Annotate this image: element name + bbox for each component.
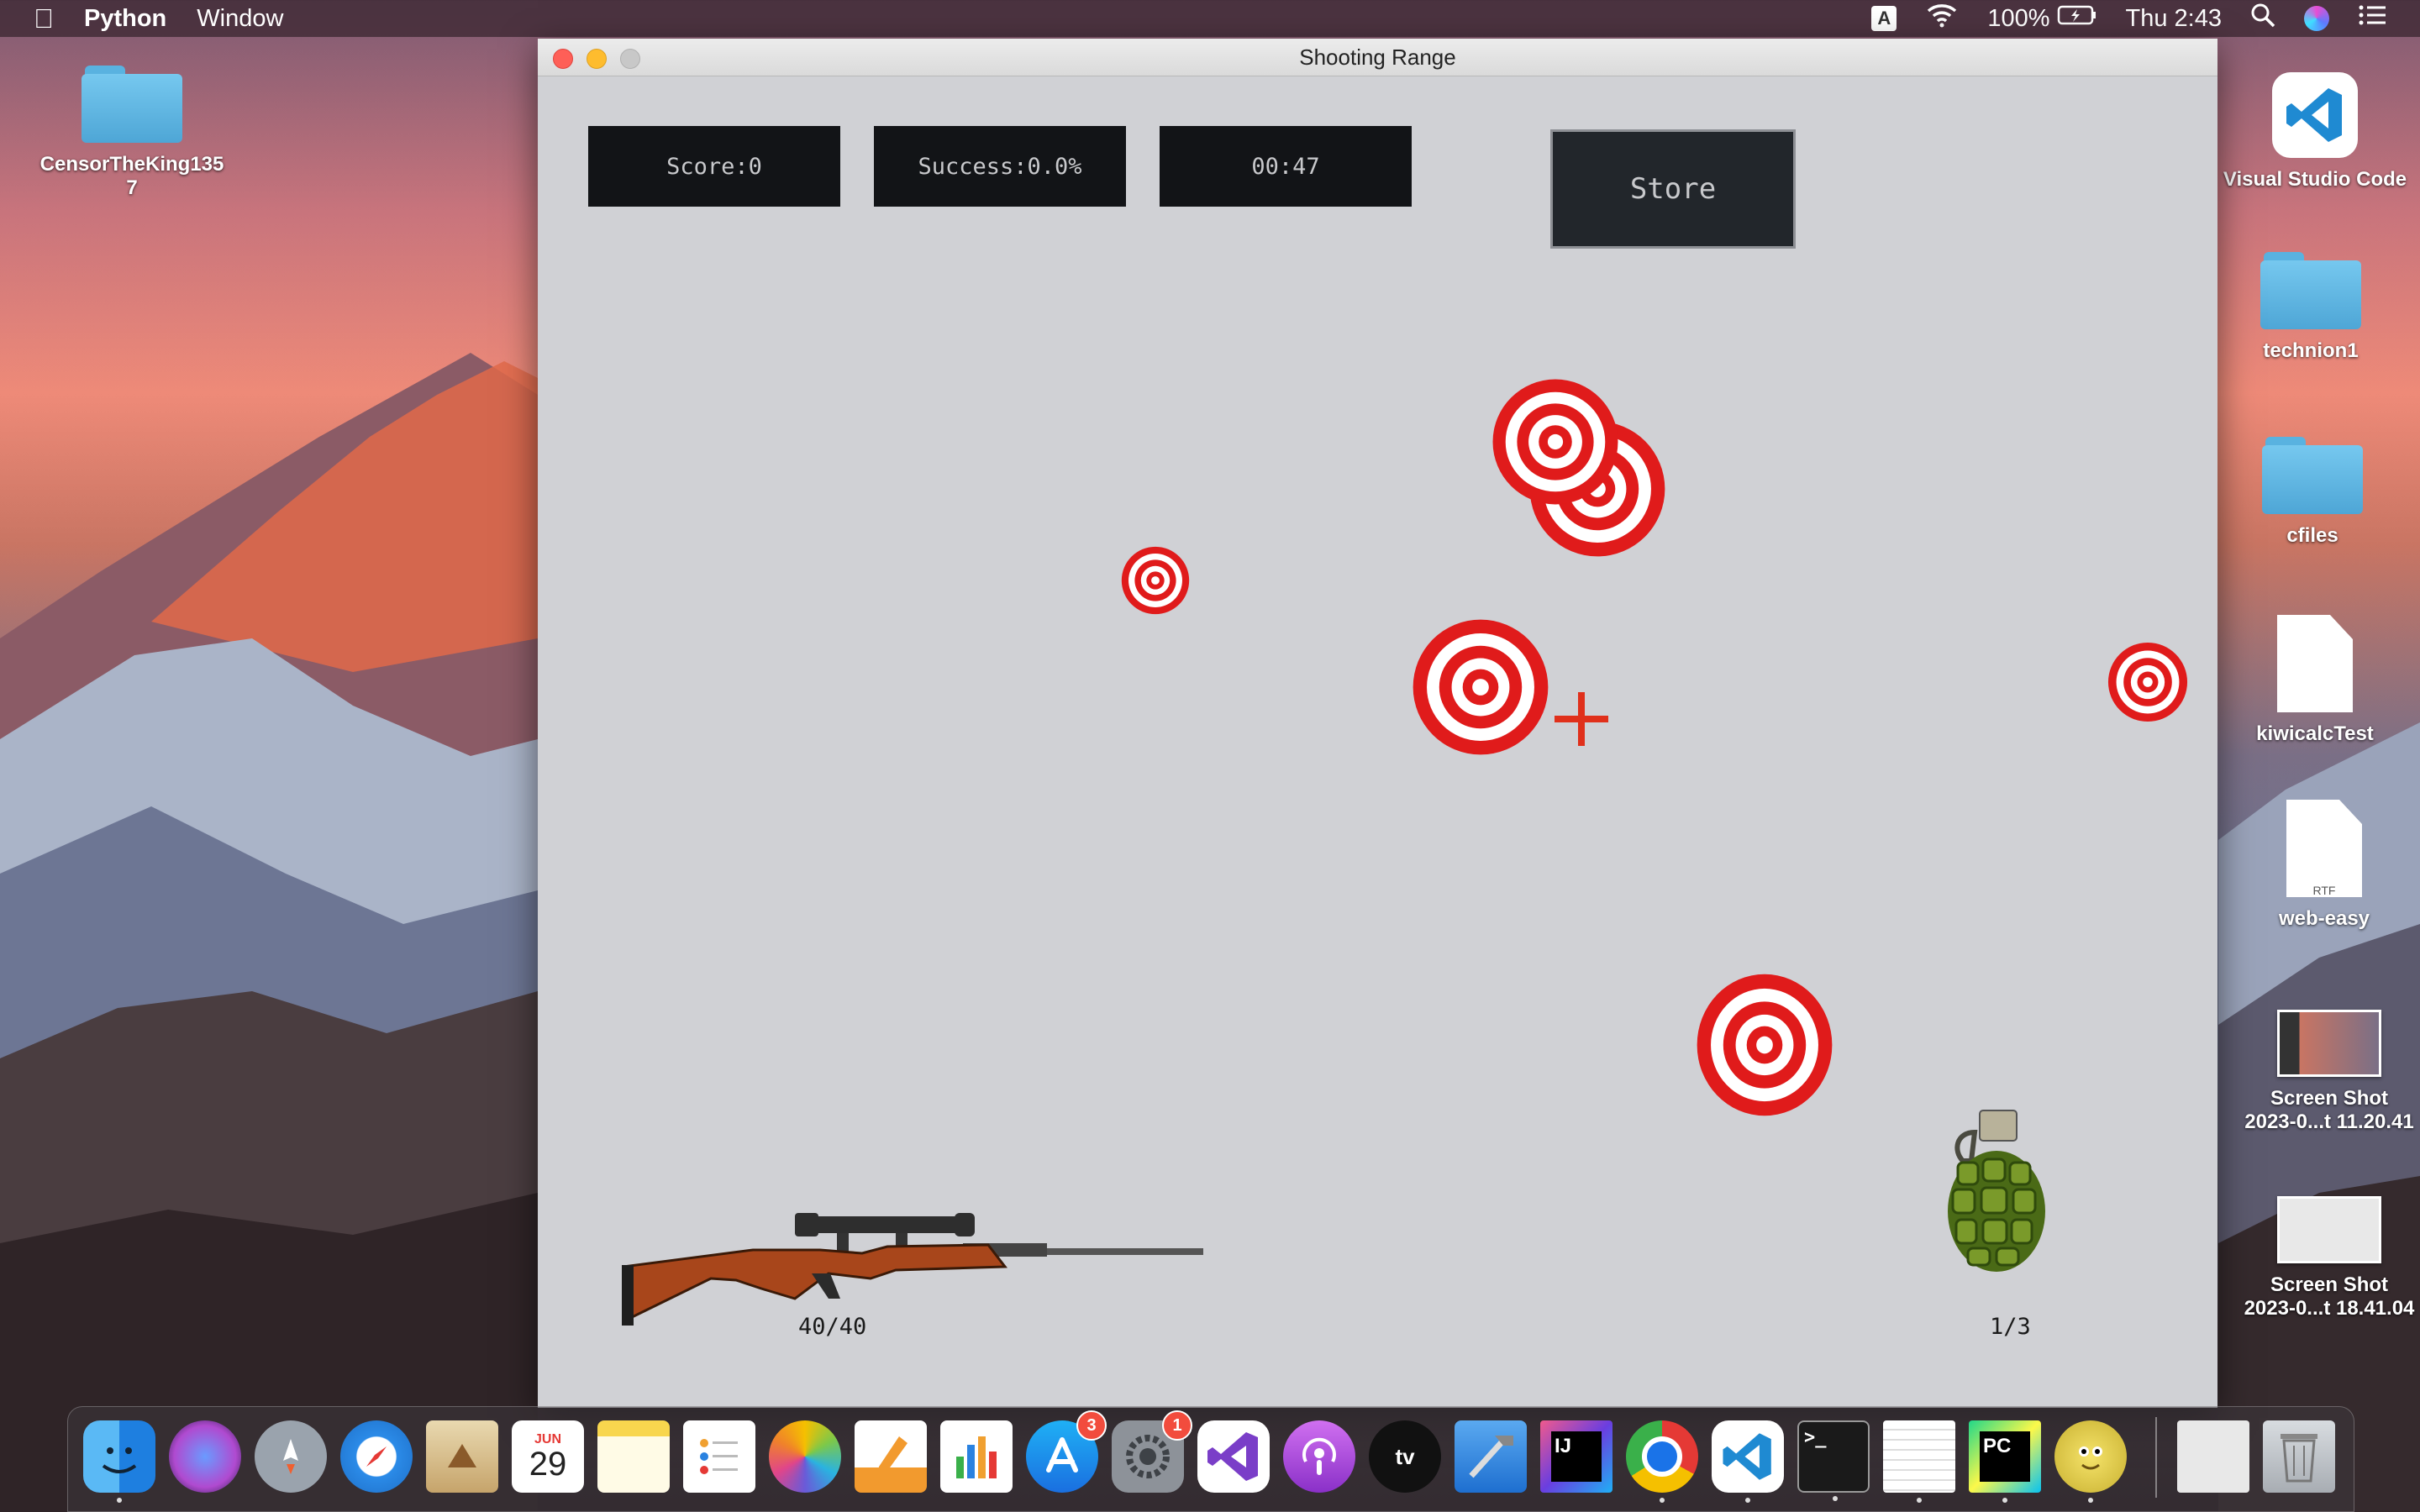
desktop-icon-label: CensorTheKing135 7 (39, 153, 224, 199)
calendar-icon[interactable]: JUN 29 (512, 1420, 584, 1493)
notification-badge: 1 (1162, 1410, 1192, 1441)
desktop-screenshot-2[interactable]: Screen Shot 2023-0...t 18.41.04 (2237, 1196, 2420, 1320)
reminders-icon[interactable] (683, 1420, 755, 1493)
clock[interactable]: Thu 2:43 (2126, 5, 2222, 33)
battery-percent: 100% (1987, 4, 2050, 32)
menu-bar:  Python Window A 100% Thu 2:43 (0, 0, 2420, 37)
store-button[interactable]: Store (1550, 129, 1796, 249)
intellij-label: IJ (1551, 1431, 1602, 1482)
safari-icon[interactable] (340, 1420, 413, 1493)
app-store-icon[interactable]: 3 (1026, 1410, 1107, 1493)
folder-icon (82, 66, 182, 143)
pycharm-icon[interactable]: PC (1969, 1420, 2041, 1503)
terminal-prompt: >_ (1804, 1427, 1827, 1448)
podcasts-icon[interactable] (1283, 1420, 1355, 1493)
siri-icon[interactable] (2304, 6, 2329, 31)
intellij-icon[interactable]: IJ (1540, 1420, 1612, 1493)
finder-icon[interactable] (83, 1420, 155, 1503)
python-launcher-icon[interactable] (2054, 1420, 2127, 1503)
photos-icon[interactable] (769, 1420, 841, 1493)
desktop-file-kiwicalctest[interactable]: kiwicalcTest (2223, 615, 2407, 746)
shooting-range-window: Shooting Range Score:0 Success:0.0% 00:4… (538, 39, 2217, 1408)
minimize-window-button[interactable] (587, 49, 607, 69)
vscode-icon[interactable] (1712, 1420, 1784, 1503)
folder-icon (2260, 252, 2361, 329)
target[interactable] (1412, 618, 1549, 756)
desktop-icon-label: web-easy (2278, 907, 2370, 930)
screenshot-thumbnail-icon (2277, 1196, 2381, 1263)
terminal-icon[interactable]: >_ (1797, 1420, 1870, 1501)
notification-center-icon[interactable] (2358, 3, 2386, 34)
rifle-ammo-counter: 40/40 (798, 1314, 867, 1340)
window-menu[interactable]: Window (197, 5, 283, 33)
siri-icon[interactable] (169, 1420, 241, 1493)
timer-display: 00:47 (1160, 126, 1412, 207)
system-preferences-icon[interactable]: 1 (1112, 1410, 1192, 1493)
apple-tv-label: tv (1395, 1443, 1415, 1469)
xcode-icon[interactable] (1455, 1420, 1527, 1493)
battery-icon[interactable] (2057, 4, 2097, 33)
zoom-window-button[interactable] (620, 49, 640, 69)
apple-tv-icon[interactable]: tv (1369, 1420, 1441, 1493)
notes-icon[interactable] (597, 1420, 670, 1493)
dock: JUN 29 3 1 tv IJ >_ PC (67, 1406, 2354, 1512)
desktop-file-web-easy[interactable]: RTF web-easy (2232, 800, 2417, 931)
window-title: Shooting Range (1299, 44, 1456, 70)
desktop-icon-label: technion1 (2263, 339, 2359, 362)
desktop-icon-label: kiwicalcTest (2256, 722, 2374, 745)
document-icon (2277, 615, 2353, 712)
chrome-icon[interactable] (1626, 1420, 1698, 1503)
visual-studio-icon[interactable] (1197, 1420, 1270, 1493)
textedit-icon[interactable] (1883, 1420, 1955, 1503)
desktop-icon-label: cfiles (2286, 524, 2338, 547)
downloads-stack-icon[interactable] (2177, 1420, 2249, 1493)
success-display: Success:0.0% (874, 126, 1126, 207)
apple-menu-icon[interactable]:  (34, 3, 54, 34)
numbers-icon[interactable] (940, 1420, 1013, 1493)
crosshair-icon (1555, 692, 1608, 746)
desktop-icon-label: Visual Studio Code (2223, 168, 2407, 191)
app-menu[interactable]: Python (84, 5, 166, 33)
wifi-icon[interactable] (1925, 3, 1959, 34)
pages-icon[interactable] (855, 1420, 927, 1493)
vscode-icon (2272, 72, 2358, 158)
grenade-counter: 1/3 (1990, 1314, 2031, 1340)
desktop-app-vscode[interactable]: Visual Studio Code (2223, 72, 2407, 192)
desktop-folder-cfiles[interactable]: cfiles (2220, 437, 2405, 548)
folder-icon (2262, 437, 2363, 514)
input-source-icon[interactable]: A (1871, 6, 1897, 31)
launchpad-icon[interactable] (255, 1420, 327, 1493)
spotlight-icon[interactable] (2250, 3, 2275, 34)
target[interactable] (1491, 378, 1619, 506)
mail-icon[interactable] (426, 1420, 498, 1493)
grenade-icon[interactable] (1938, 1107, 2055, 1275)
pycharm-label: PC (1980, 1431, 2030, 1482)
desktop-screenshot-1[interactable]: Screen Shot 2023-0...t 11.20.41 (2237, 1010, 2420, 1134)
target[interactable] (1696, 973, 1833, 1117)
target[interactable] (1121, 546, 1190, 615)
trash-icon[interactable] (2263, 1420, 2335, 1493)
target[interactable] (2107, 642, 2188, 722)
notification-badge: 3 (1076, 1410, 1107, 1441)
close-window-button[interactable] (553, 49, 573, 69)
screenshot-thumbnail-icon (2277, 1010, 2381, 1077)
calendar-day: 29 (529, 1446, 567, 1483)
desktop-folder-technion1[interactable]: technion1 (2218, 252, 2403, 363)
desktop-icon-label: Screen Shot 2023-0...t 18.41.04 (2244, 1273, 2415, 1320)
desktop-folder-censortheking[interactable]: CensorTheKing135 7 (39, 66, 224, 200)
sniper-rifle-icon[interactable] (618, 1173, 1207, 1341)
window-title-bar[interactable]: Shooting Range (538, 39, 2217, 76)
dock-separator (2155, 1417, 2157, 1498)
rtf-document-icon: RTF (2286, 800, 2362, 897)
desktop-icon-label: Screen Shot 2023-0...t 11.20.41 (2244, 1087, 2414, 1133)
score-display: Score:0 (588, 126, 840, 207)
